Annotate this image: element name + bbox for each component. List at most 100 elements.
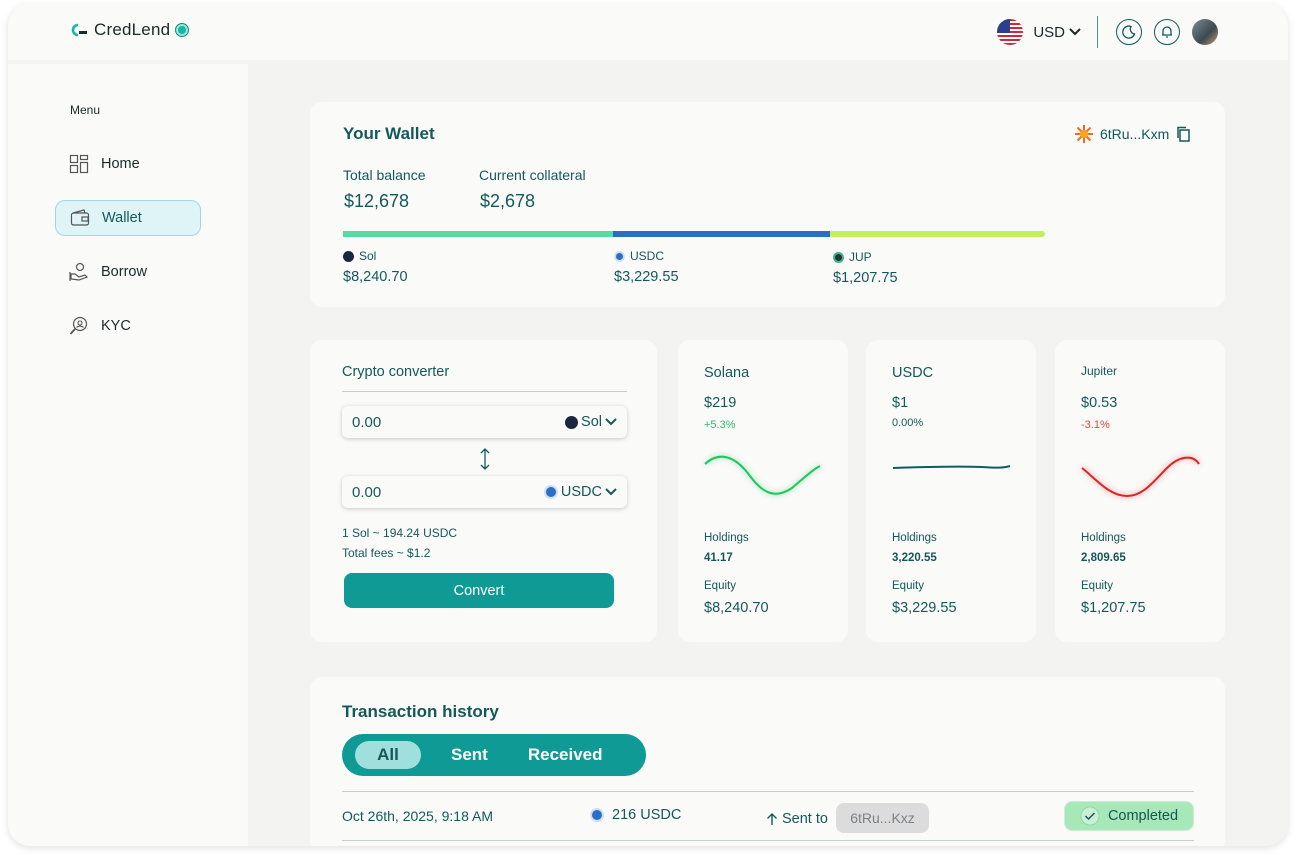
copy-icon[interactable]: [1175, 126, 1191, 142]
usdc-coin-icon: [543, 485, 558, 499]
allocation-value: $3,229.55: [614, 269, 679, 285]
token-card-solana[interactable]: Solana $219 +5.3% Holdings 41.17 Equity …: [678, 340, 848, 642]
top-bar: CredLend USD: [8, 4, 1288, 60]
dark-mode-toggle[interactable]: [1116, 19, 1142, 45]
sidebar-item-label: Wallet: [102, 210, 142, 226]
from-amount-input[interactable]: 0.00 Sol: [342, 406, 627, 438]
to-amount-input[interactable]: 0.00 USDC: [342, 476, 627, 508]
total-balance-label: Total balance: [343, 167, 426, 183]
usdc-trend-sparkline: [892, 465, 1011, 469]
borrow-icon: [69, 262, 89, 282]
moon-icon: [1122, 25, 1136, 39]
logo-dot-icon: [176, 24, 189, 36]
token-change: 0.00%: [892, 417, 924, 429]
chevron-down-icon: [1069, 28, 1081, 36]
sol-coin-icon: [565, 415, 579, 429]
token-change: +5.3%: [704, 419, 736, 431]
transaction-filter-tabs: All Sent Received: [342, 734, 646, 776]
app-name: CredLend: [94, 20, 171, 39]
token-change: -3.1%: [1081, 419, 1110, 431]
equity-label: Equity: [1081, 580, 1113, 592]
holdings-value: 41.17: [704, 552, 733, 564]
allocation-name: JUP: [849, 250, 872, 264]
token-price: $1: [892, 395, 909, 411]
token-card-usdc[interactable]: USDC $1 0.00% Holdings 3,220.55 Equity $…: [866, 340, 1036, 642]
divider: [342, 391, 627, 392]
token-card-jupiter[interactable]: Jupiter $0.53 -3.1% Holdings 2,809.65 Eq…: [1055, 340, 1225, 642]
allocation-value: $8,240.70: [343, 269, 408, 285]
to-token-label: USDC: [560, 484, 602, 500]
to-token-select[interactable]: USDC: [543, 484, 617, 500]
token-price: $0.53: [1081, 395, 1118, 411]
transaction-direction: Sent to: [766, 811, 828, 827]
wallet-card: Your Wallet 6tRu...Kxm Total balance $12…: [310, 102, 1225, 307]
from-token-label: Sol: [581, 414, 602, 430]
sol-coin-icon: [343, 250, 354, 262]
wallet-title: Your Wallet: [343, 124, 435, 143]
us-flag-icon[interactable]: [997, 19, 1024, 45]
allocation-value: $1,207.75: [833, 270, 898, 286]
app-logo[interactable]: CredLend: [70, 20, 189, 40]
transaction-amount-text: 216 USDC: [612, 807, 682, 823]
sidebar-item-label: Borrow: [101, 264, 147, 280]
sidebar-item-wallet[interactable]: Wallet: [55, 200, 201, 236]
token-name: Solana: [704, 365, 750, 381]
usdc-coin-icon: [590, 808, 604, 822]
table-row[interactable]: Oct 26th, 2025, 9:18 AM 216 USDC Sent to…: [342, 791, 1194, 841]
allocation-name: USDC: [630, 249, 665, 263]
convert-button[interactable]: Convert: [344, 573, 614, 608]
tab-all[interactable]: All: [355, 741, 421, 769]
wallet-address[interactable]: 6tRu...Kxm: [1074, 124, 1191, 144]
equity-label: Equity: [704, 580, 736, 592]
transaction-history-card: Transaction history All Sent Received Oc…: [310, 677, 1225, 846]
collateral-label: Current collateral: [479, 167, 586, 183]
currency-label: USD: [1033, 23, 1065, 41]
tab-sent[interactable]: Sent: [451, 741, 488, 769]
phantom-sun-icon: [1075, 125, 1093, 143]
sidebar-item-borrow[interactable]: Borrow: [55, 254, 201, 290]
jupiter-trend-sparkline: [1081, 456, 1200, 498]
arrow-up-icon: [767, 813, 777, 825]
from-token-select[interactable]: Sol: [565, 414, 617, 430]
holdings-value: 3,220.55: [892, 552, 937, 564]
collateral-value: $2,678: [480, 191, 536, 211]
exchange-rate: 1 Sol ~ 194.24 USDC: [342, 526, 458, 540]
transaction-amount: 216 USDC: [590, 807, 681, 823]
header-controls: USD: [997, 16, 1218, 48]
from-amount-value: 0.00: [352, 413, 382, 431]
equity-value: $1,207.75: [1081, 600, 1146, 616]
equity-value: $8,240.70: [704, 600, 769, 616]
sidebar-item-label: Home: [101, 156, 140, 172]
swap-icon[interactable]: [478, 447, 492, 471]
equity-value: $3,229.55: [892, 600, 957, 616]
jup-coin-icon: [833, 251, 844, 263]
sidebar-item-kyc[interactable]: KYC: [55, 308, 201, 344]
bell-icon: [1162, 26, 1172, 38]
crypto-converter-card: Crypto converter 0.00 Sol 0.00 USDC 1 So…: [310, 340, 657, 642]
wallet-icon: [70, 208, 90, 228]
allocation-segment-sol: [343, 231, 613, 237]
chevron-down-icon: [605, 418, 617, 426]
tab-received[interactable]: Received: [528, 741, 603, 769]
token-name: Jupiter: [1081, 364, 1118, 378]
status-badge: Completed: [1064, 801, 1194, 831]
user-avatar[interactable]: [1192, 19, 1218, 45]
holdings-value: 2,809.65: [1081, 552, 1126, 564]
token-name: USDC: [892, 365, 934, 381]
holdings-label: Holdings: [704, 532, 749, 544]
equity-label: Equity: [892, 580, 924, 592]
currency-selector[interactable]: USD: [1033, 24, 1081, 41]
menu-title: Menu: [70, 103, 101, 117]
notifications-button[interactable]: [1154, 19, 1180, 45]
kyc-icon: [69, 316, 89, 336]
solana-trend-sparkline: [704, 455, 821, 495]
total-balance-value: $12,678: [344, 191, 410, 211]
to-amount-value: 0.00: [352, 483, 382, 501]
allocation-usdc: USDC $3,229.55: [614, 249, 679, 285]
total-fees: Total fees ~ $1.2: [342, 546, 431, 560]
sidebar-item-home[interactable]: Home: [55, 146, 201, 182]
wallet-address-text: 6tRu...Kxm: [1100, 126, 1170, 142]
status-text: Completed: [1107, 808, 1179, 824]
header-divider: [1097, 16, 1098, 48]
recipient-address[interactable]: 6tRu...Kxz: [836, 803, 929, 833]
